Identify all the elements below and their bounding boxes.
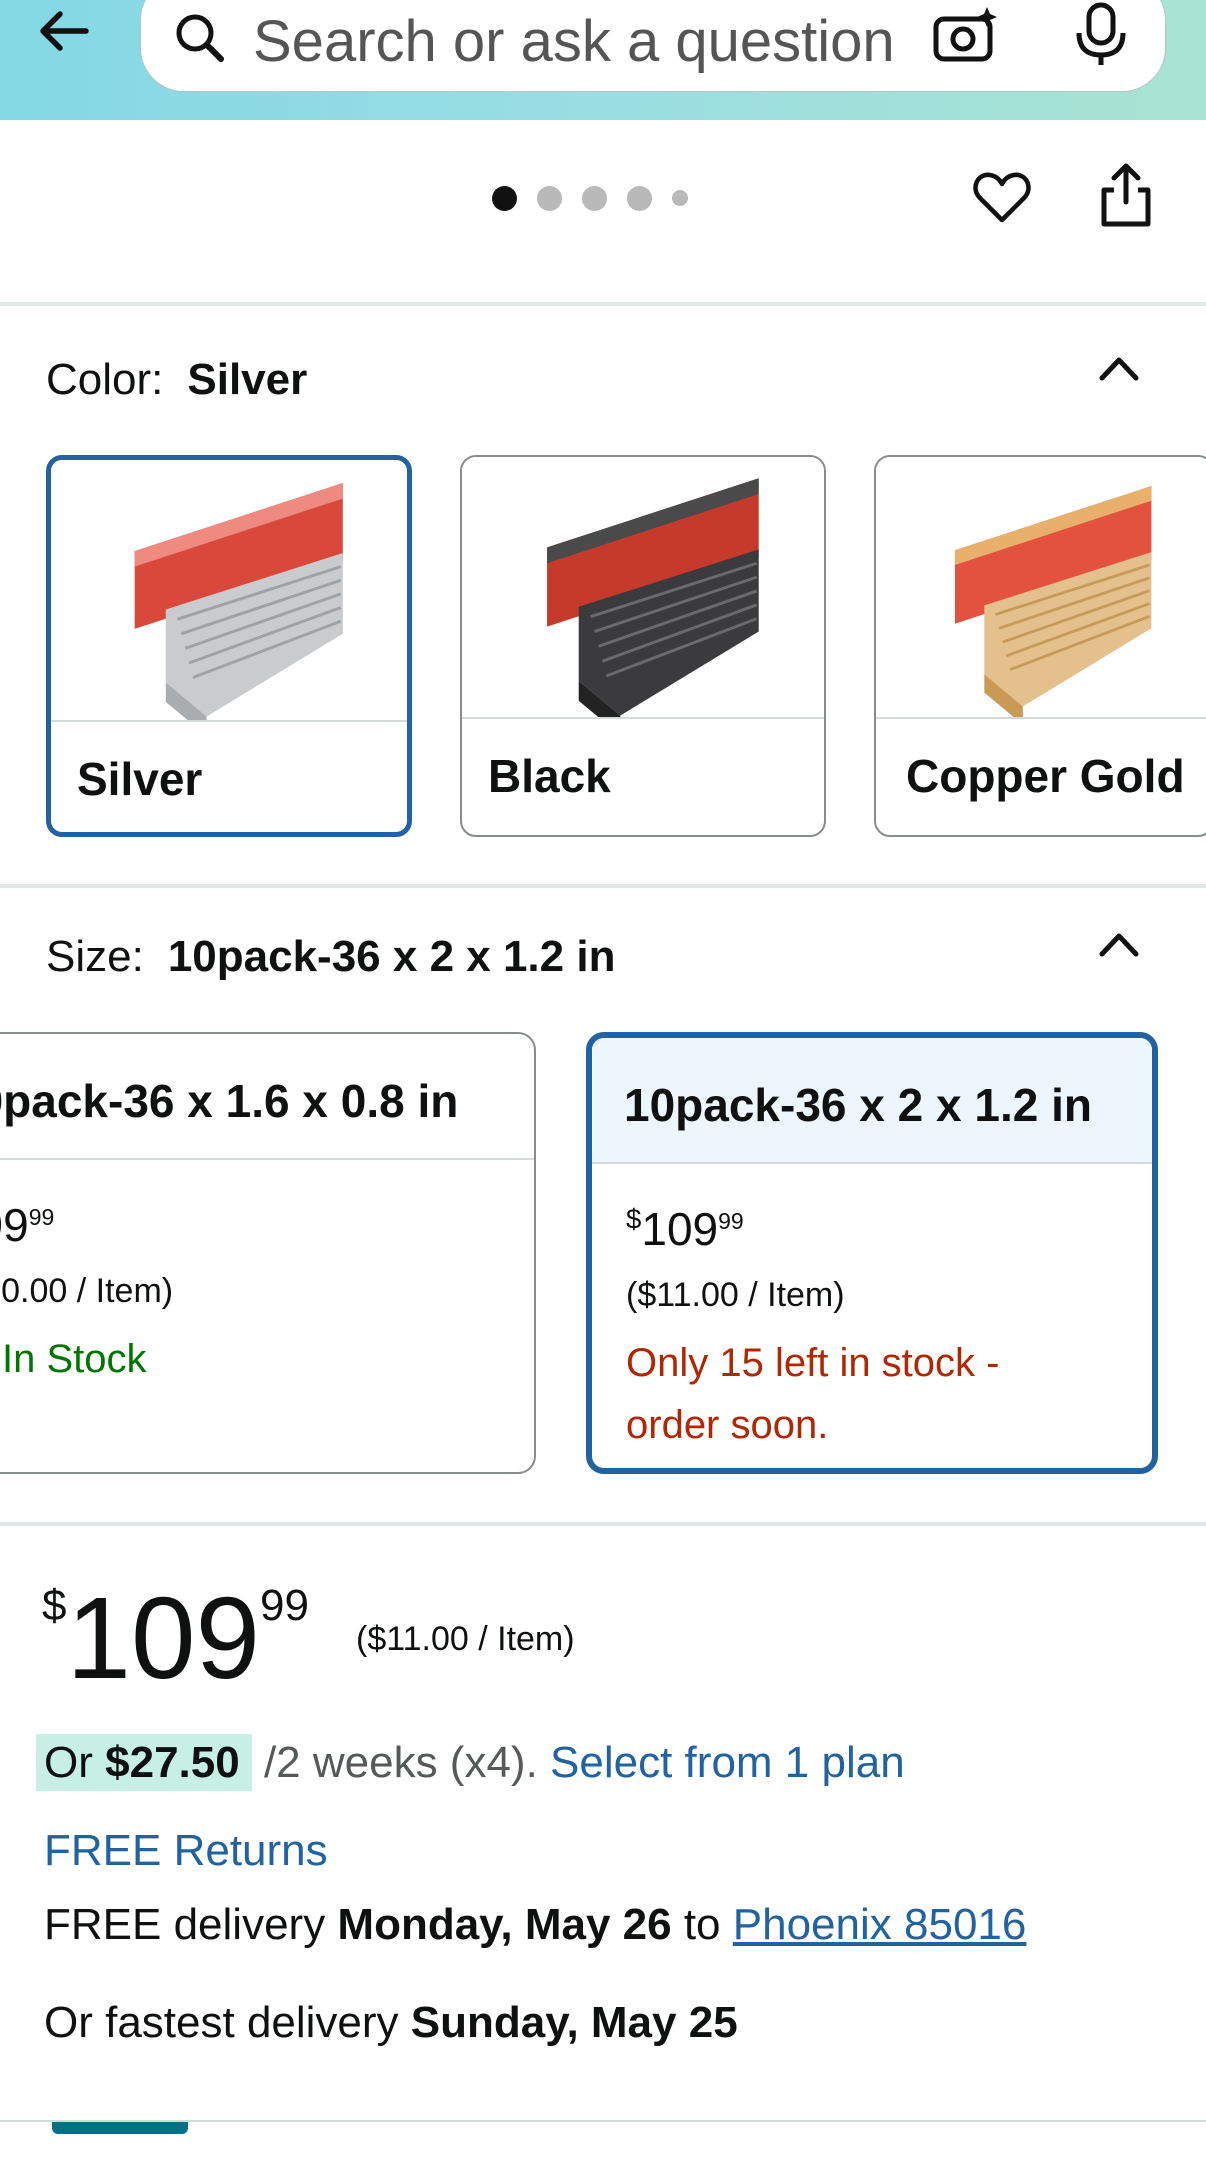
back-arrow-icon[interactable] [32, 0, 96, 64]
camera-search-icon[interactable] [931, 5, 1001, 65]
price-per-item: ($11.00 / Item) [356, 1620, 575, 1658]
size-option-header: 10pack-36 x 1.6 x 0.8 in [0, 1034, 534, 1160]
search-icon [176, 14, 224, 62]
size-option-price: $9999 [0, 1199, 55, 1251]
carousel-dot[interactable] [537, 185, 562, 211]
black-stair-nosing-image [462, 457, 824, 717]
chevron-up-icon[interactable] [1094, 350, 1144, 386]
swatch-divider [876, 717, 1206, 719]
heart-icon[interactable] [972, 168, 1032, 228]
color-selected-value: Silver [187, 355, 308, 404]
size-option-unit-price: ($10.00 / Item) [0, 1272, 174, 1310]
active-tab-indicator [52, 2122, 188, 2134]
size-option-card-selected[interactable]: 10pack-36 x 2 x 1.2 in $10999 ($11.00 / … [586, 1032, 1158, 1474]
copper-gold-stair-nosing-image [876, 457, 1206, 717]
fastest-delivery-date: Sunday, May 25 [410, 1998, 738, 2047]
size-selector-label: Size: 10pack-36 x 2 x 1.2 in [46, 932, 615, 982]
swatch-divider [51, 720, 407, 722]
installment-terms: /2 weeks (x4). [263, 1738, 538, 1787]
size-option-stock-status: In Stock [2, 1337, 147, 1381]
size-label: Size: [46, 932, 144, 981]
size-option-unit-price: ($11.00 / Item) [626, 1276, 845, 1314]
free-returns-link[interactable]: FREE Returns [44, 1826, 328, 1876]
chevron-up-icon[interactable] [1094, 926, 1144, 962]
section-divider [0, 302, 1206, 306]
color-option-black[interactable]: Black [460, 455, 826, 837]
share-icon[interactable] [1096, 162, 1156, 230]
delivery-info: FREE delivery Monday, May 26 to Phoenix … [44, 1900, 1027, 1949]
select-plan-link[interactable]: Select from 1 plan [550, 1738, 905, 1787]
installment-offer: Or $27.50 /2 weeks (x4). Select from 1 p… [36, 1734, 905, 1791]
color-option-silver[interactable]: Silver [46, 455, 412, 837]
carousel-dot[interactable] [492, 185, 517, 211]
color-option-label: Copper Gold [906, 750, 1185, 802]
size-option-label: 10pack-36 x 1.6 x 0.8 in [0, 1075, 459, 1127]
installment-highlight: Or $27.50 [36, 1734, 252, 1791]
size-option-price: $10999 [626, 1203, 744, 1255]
size-option-header: 10pack-36 x 2 x 1.2 in [592, 1038, 1152, 1164]
top-search-bar: Search or ask a question [0, 0, 1206, 120]
color-option-label: Black [488, 750, 611, 802]
section-divider [0, 884, 1206, 888]
swatch-divider [462, 717, 824, 719]
price-currency: $ [42, 1581, 67, 1630]
color-selector-label: Color: Silver [46, 355, 307, 405]
size-option-label: 10pack-36 x 2 x 1.2 in [624, 1079, 1092, 1131]
size-option-card[interactable]: 10pack-36 x 1.6 x 0.8 in $9999 ($10.00 /… [0, 1032, 536, 1474]
carousel-dot[interactable] [627, 185, 652, 211]
carousel-dot[interactable] [582, 185, 607, 211]
microphone-icon[interactable] [1071, 1, 1131, 67]
section-divider [0, 1522, 1206, 1526]
image-carousel-dots[interactable] [492, 185, 688, 211]
size-selected-value: 10pack-36 x 2 x 1.2 in [167, 932, 616, 981]
silver-stair-nosing-image [51, 460, 407, 720]
size-option-stock-status: Only 15 left in stock - order soon. [626, 1341, 1000, 1447]
delivery-location-link[interactable]: Phoenix 85016 [733, 1900, 1027, 1949]
price-cents: 99 [260, 1581, 309, 1630]
delivery-date: Monday, May 26 [337, 1900, 672, 1949]
carousel-dot[interactable] [672, 190, 688, 206]
fastest-delivery-info: Or fastest delivery Sunday, May 25 [44, 1998, 738, 2047]
search-input[interactable]: Search or ask a question [253, 8, 953, 75]
color-option-copper-gold[interactable]: Copper Gold [874, 455, 1206, 837]
price-whole: 109 [66, 1573, 261, 1703]
color-label: Color: [46, 355, 164, 404]
bottom-section-tabs [0, 2120, 1206, 2163]
color-option-label: Silver [77, 753, 203, 805]
product-price: $10999 [42, 1580, 309, 1696]
search-box[interactable]: Search or ask a question [140, 0, 1166, 92]
